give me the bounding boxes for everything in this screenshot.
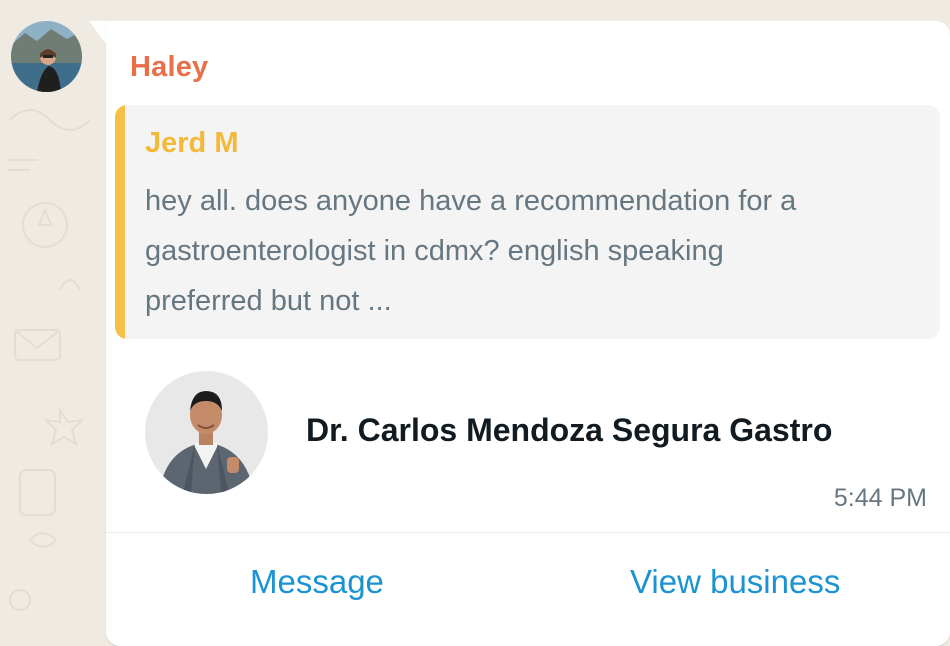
view-business-button[interactable]: View business [630,563,840,601]
message-bubble: Haley Jerd M hey all. does anyone have a… [106,21,950,646]
quoted-message[interactable]: Jerd M hey all. does anyone have a recom… [115,105,940,339]
message-button[interactable]: Message [250,563,384,601]
contact-photo [145,371,268,494]
quoted-author: Jerd M [145,127,239,159]
actions-divider [106,532,950,533]
contact-name[interactable]: Dr. Carlos Mendoza Segura Gastro [306,412,832,449]
message-timestamp: 5:44 PM [833,484,927,512]
sender-name[interactable]: Haley [130,51,208,84]
quote-accent-bar [115,105,125,339]
chat-wallpaper [8,109,91,611]
contact-avatar[interactable] [145,371,268,494]
sender-avatar[interactable] [11,21,82,92]
sender-photo [11,21,82,92]
quoted-text: hey all. does anyone have a recommendati… [145,185,797,317]
bubble-tail [89,21,107,45]
